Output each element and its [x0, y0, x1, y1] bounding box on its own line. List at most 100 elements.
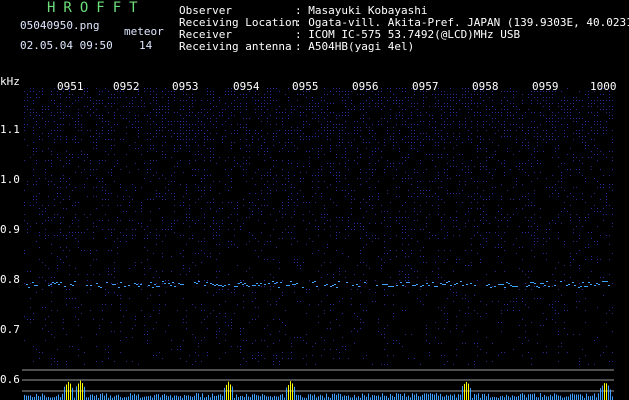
power-bar [458, 394, 459, 400]
x-tick: 0958 [472, 80, 499, 93]
power-bar [464, 383, 465, 400]
x-tick: 0954 [233, 80, 260, 93]
power-bar [374, 395, 375, 400]
power-bar [186, 395, 187, 400]
power-bar [572, 393, 573, 400]
power-bar [28, 395, 29, 400]
power-bar [68, 381, 69, 400]
power-bar [382, 393, 383, 400]
echo-layer [26, 281, 610, 288]
power-bar [318, 396, 319, 400]
power-bar [130, 393, 131, 400]
power-bar [90, 394, 91, 400]
power-bar [554, 393, 555, 400]
power-bar [72, 387, 73, 400]
power-bar [310, 394, 311, 400]
power-bar [332, 393, 333, 400]
power-bar [550, 394, 551, 400]
power-bar [334, 393, 335, 400]
power-bar [474, 393, 475, 400]
power-bar [588, 396, 589, 400]
power-bar [58, 394, 59, 400]
power-bar [412, 393, 413, 400]
power-bar [76, 386, 77, 400]
file-datetime: 02.05.04 09:50 [20, 39, 113, 52]
power-bar [106, 393, 107, 400]
power-bar [270, 396, 271, 400]
power-bar [36, 393, 37, 400]
power-bar [268, 396, 269, 400]
power-bar [348, 395, 349, 400]
meteor-count: 14 [139, 39, 153, 52]
power-bar [594, 393, 595, 400]
power-bar [42, 393, 43, 400]
power-bar [128, 396, 129, 400]
power-bar [110, 395, 111, 400]
power-bar [444, 396, 445, 400]
power-bar [600, 388, 601, 400]
power-bar [574, 394, 575, 400]
power-bar [222, 395, 223, 400]
power-bar [512, 395, 513, 400]
power-bar [232, 386, 233, 400]
power-bar [534, 393, 535, 400]
power-bar [440, 393, 441, 400]
power-bar [266, 396, 267, 400]
power-bar [180, 396, 181, 400]
power-bar [342, 396, 343, 400]
power-bar [560, 395, 561, 400]
power-bar [214, 396, 215, 400]
power-bar [454, 394, 455, 400]
power-bar [240, 396, 241, 400]
power-bar [402, 396, 403, 400]
power-bar [246, 393, 247, 400]
power-bar [156, 394, 157, 400]
power-bar [154, 395, 155, 400]
power-bar [346, 396, 347, 400]
power-bar [364, 395, 365, 400]
power-bar [482, 394, 483, 400]
echo-trace [26, 281, 610, 288]
power-bar [220, 394, 221, 400]
power-bar [254, 393, 255, 400]
x-tick: 0953 [172, 80, 199, 93]
power-bar [320, 394, 321, 400]
y-tick: 0.9 [0, 223, 20, 236]
spectrogram [22, 88, 614, 400]
power-bar [322, 395, 323, 400]
power-bar [282, 394, 283, 400]
power-bar [62, 393, 63, 400]
noise-layer [24, 88, 613, 365]
power-bar [136, 395, 137, 400]
power-bar [514, 396, 515, 400]
y-tick: 0.6 [0, 373, 20, 386]
power-bar [580, 394, 581, 400]
power-bar [392, 395, 393, 400]
power-bar [592, 395, 593, 400]
power-bar [426, 393, 427, 400]
power-bar [506, 394, 507, 400]
power-bar [226, 384, 227, 400]
power-bar [432, 393, 433, 400]
power-bar [212, 393, 213, 400]
power-bar [344, 395, 345, 400]
power-bar [590, 396, 591, 400]
power-bar [168, 396, 169, 400]
power-bar [236, 394, 237, 400]
meteor-label: meteor [124, 25, 164, 38]
power-bar [530, 393, 531, 400]
power-bar [452, 395, 453, 400]
power-bar [70, 383, 71, 400]
power-bar [518, 396, 519, 400]
power-bar [438, 395, 439, 400]
power-bar [358, 396, 359, 400]
power-bar [262, 393, 263, 400]
power-bar [404, 393, 405, 400]
power-bar [568, 396, 569, 400]
power-bar [378, 395, 379, 400]
power-bar [478, 393, 479, 400]
power-bar [398, 393, 399, 400]
power-bar [228, 381, 229, 400]
power-bar [424, 393, 425, 400]
power-trace [24, 380, 613, 400]
